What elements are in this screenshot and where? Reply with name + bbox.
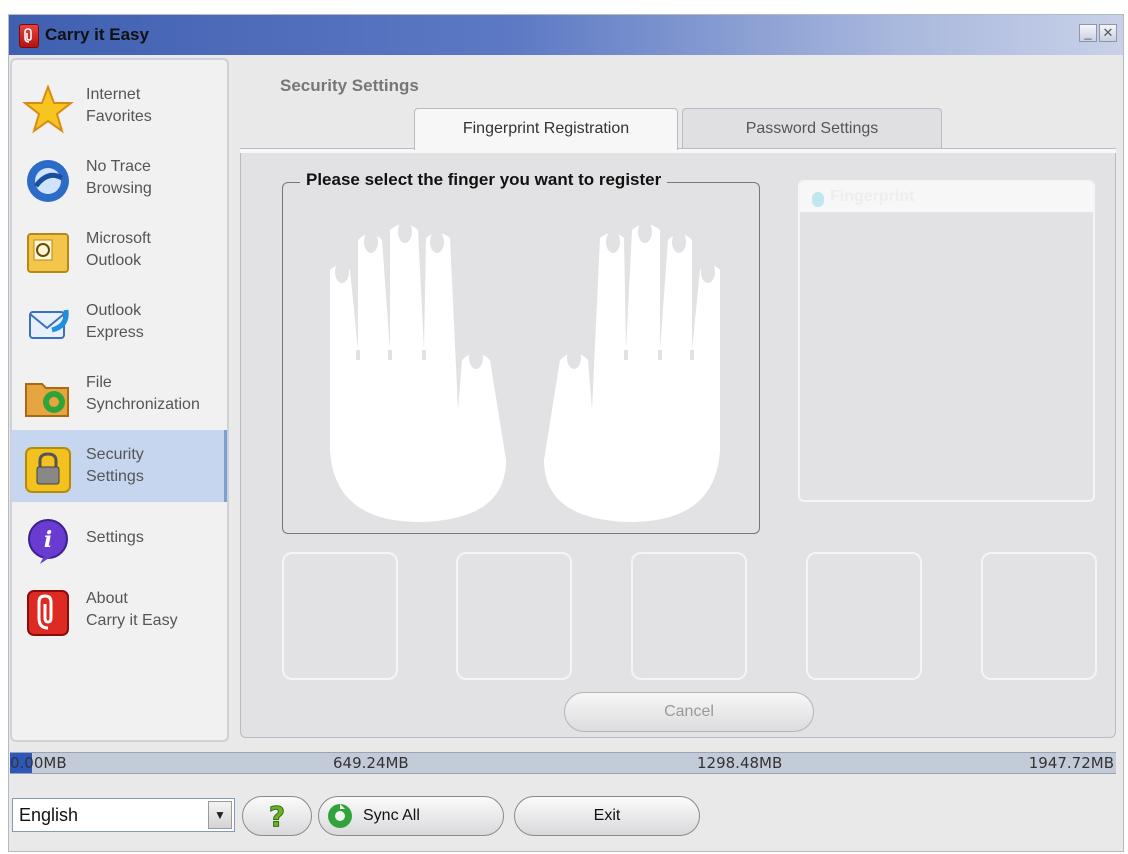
sidebar-item-label: About Carry it Easy	[86, 590, 178, 629]
right-hand	[544, 224, 720, 522]
dropdown-arrow-icon[interactable]: ▼	[208, 801, 232, 829]
sidebar-item-internet-favorites[interactable]: Internet Favorites	[12, 70, 227, 142]
window-title: Carry it Easy	[45, 25, 149, 44]
sidebar-item-label: No Trace Browsing	[86, 158, 152, 197]
help-button[interactable]: ?	[242, 796, 312, 836]
fingerprint-panel-title: Fingerprint	[830, 188, 915, 205]
minimize-button[interactable]: _	[1079, 24, 1097, 42]
right-pinky-finger[interactable]	[701, 261, 715, 283]
padlock-icon	[25, 447, 71, 493]
right-ring-finger[interactable]	[672, 231, 686, 253]
close-button[interactable]: ✕	[1099, 24, 1117, 42]
outlook-express-icon	[29, 309, 69, 339]
fingerprint-dot-icon	[812, 192, 824, 207]
exit-label: Exit	[593, 807, 621, 824]
outlook-icon	[27, 233, 69, 273]
app-logo-icon	[19, 24, 39, 48]
browser-icon	[27, 160, 69, 202]
tab-fingerprint-registration[interactable]: Fingerprint Registration	[414, 108, 678, 150]
sidebar-item-label: Security Settings	[86, 446, 144, 485]
fingerprint-slot	[806, 552, 922, 680]
sidebar-item-label: Internet Favorites	[86, 86, 152, 125]
sidebar-item-about[interactable]: About Carry it Easy	[12, 574, 227, 646]
finger-selection-prompt: Please select the finger you want to reg…	[300, 170, 668, 190]
capacity-label: 0.00MB	[10, 754, 67, 772]
fingerprint-panel-header: Fingerprint	[800, 182, 1093, 212]
left-hand	[330, 224, 506, 522]
capacity-bar: 0.00MB 649.24MB 1298.48MB 1947.72MB	[10, 752, 1116, 774]
fingerprint-slot	[981, 552, 1097, 680]
info-icon: i	[28, 519, 68, 564]
left-middle-finger[interactable]	[398, 221, 412, 243]
star-icon	[22, 84, 74, 134]
sidebar-item-microsoft-outlook[interactable]: Microsoft Outlook	[12, 214, 227, 286]
sidebar-item-security-settings[interactable]: Security Settings	[12, 430, 227, 502]
right-index-finger[interactable]	[606, 231, 620, 253]
fingerprint-slot	[456, 552, 572, 680]
sidebar-item-label: Settings	[86, 529, 144, 546]
title-bar[interactable]: Carry it Easy _ ✕	[9, 15, 1123, 55]
left-ring-finger[interactable]	[364, 231, 378, 253]
left-index-finger[interactable]	[430, 231, 444, 253]
sidebar: Internet Favorites No Trace Browsing Mic…	[10, 58, 229, 742]
capacity-label: 1298.48MB	[697, 754, 783, 772]
sync-icon	[328, 804, 352, 828]
language-select[interactable]: English ▼	[12, 798, 235, 832]
capacity-label: 649.24MB	[333, 754, 409, 772]
sidebar-item-settings[interactable]: i Settings	[12, 502, 227, 574]
page-title: Security Settings	[280, 76, 419, 95]
language-value: English	[19, 805, 79, 825]
sync-all-label: Sync All	[363, 807, 420, 824]
right-thumb[interactable]	[567, 347, 581, 369]
svg-text:i: i	[44, 527, 52, 553]
sidebar-item-label: File Synchronization	[86, 374, 200, 413]
svg-text:?: ?	[269, 800, 285, 833]
sidebar-item-label: Microsoft Outlook	[86, 230, 151, 269]
fingerprint-slot	[631, 552, 747, 680]
question-mark-icon: ?	[268, 800, 285, 834]
tab-password-settings[interactable]: Password Settings	[682, 108, 942, 148]
folder-sync-icon	[25, 383, 69, 417]
left-thumb[interactable]	[469, 347, 483, 369]
fingerprint-preview-panel: Fingerprint	[798, 180, 1095, 502]
sidebar-item-no-trace-browsing[interactable]: No Trace Browsing	[12, 142, 227, 214]
content-panel-border	[240, 148, 1116, 153]
exit-button[interactable]: Exit	[514, 796, 700, 836]
right-middle-finger[interactable]	[638, 221, 652, 243]
sidebar-item-file-synchronization[interactable]: File Synchronization	[12, 358, 227, 430]
left-pinky-finger[interactable]	[335, 261, 349, 283]
sync-all-button[interactable]: Sync All	[318, 796, 504, 836]
fingerprint-slot	[282, 552, 398, 680]
carry-it-easy-logo-icon	[27, 590, 69, 636]
sidebar-item-outlook-express[interactable]: Outlook Express	[12, 286, 227, 358]
capacity-label: 1947.72MB	[1028, 754, 1114, 772]
sidebar-item-label: Outlook Express	[86, 302, 144, 341]
hands-diagram	[330, 221, 720, 522]
cancel-button[interactable]: Cancel	[564, 692, 814, 732]
